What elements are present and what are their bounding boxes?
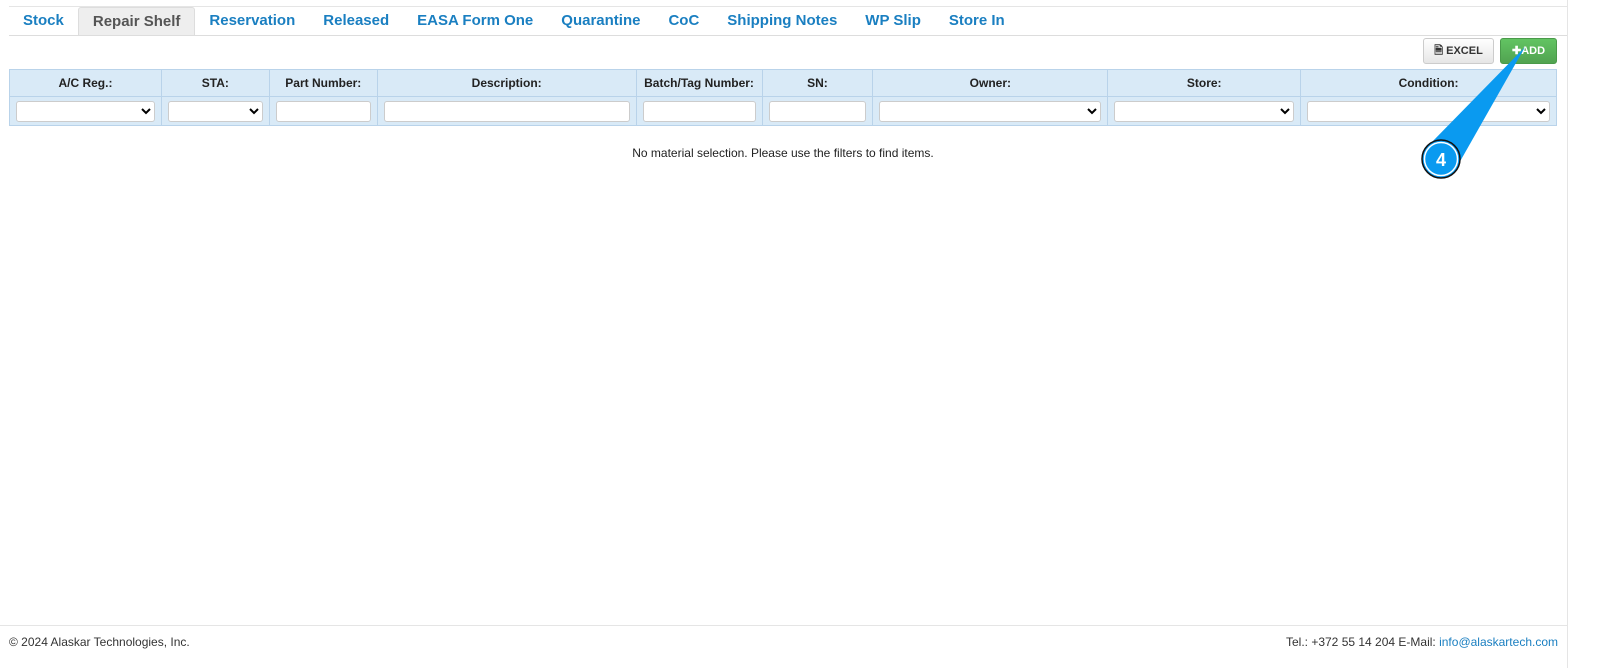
- file-excel-icon: 🗎: [1434, 45, 1444, 57]
- tab-wp-slip[interactable]: WP Slip: [851, 7, 935, 35]
- tab-reservation[interactable]: Reservation: [195, 7, 309, 35]
- contact-info: Tel.: +372 55 14 204 E-Mail: info@alaska…: [1286, 635, 1558, 649]
- tab-shipping-notes[interactable]: Shipping Notes: [713, 7, 851, 35]
- condition-select[interactable]: [1307, 100, 1550, 122]
- contact-text: Tel.: +372 55 14 204 E-Mail:: [1285, 635, 1436, 649]
- email-link[interactable]: info@alaskartech.com: [1439, 635, 1558, 649]
- col-part-number: Part Number:: [268, 69, 378, 97]
- footer: © 2024 Alaskar Technologies, Inc. Tel.: …: [0, 625, 1567, 668]
- empty-message: No material selection. Please use the fi…: [632, 146, 934, 160]
- excel-label: EXCEL: [1446, 45, 1483, 57]
- tab-store-in[interactable]: Store In: [935, 7, 1019, 35]
- part-number-input[interactable]: [275, 100, 371, 122]
- col-ac-reg: A/C Reg.:: [9, 69, 162, 97]
- store-select[interactable]: [1114, 100, 1295, 122]
- tab-easa-form-one[interactable]: EASA Form One: [403, 7, 547, 35]
- ac-reg-select[interactable]: [16, 100, 155, 122]
- tab-stock[interactable]: Stock: [9, 7, 78, 35]
- col-description: Description:: [376, 69, 637, 97]
- plus-icon: ✚: [1511, 45, 1522, 57]
- description-input[interactable]: [383, 100, 630, 122]
- tab-repair-shelf[interactable]: Repair Shelf: [77, 7, 196, 35]
- header-row: A/C Reg.: STA: Part Number: Description:…: [9, 69, 1557, 97]
- col-store: Store:: [1107, 69, 1302, 97]
- col-sta: STA:: [160, 69, 270, 97]
- col-sn: SN:: [761, 69, 874, 97]
- filter-row: [9, 96, 1557, 126]
- add-label: ADD: [1521, 45, 1546, 57]
- copyright: © 2024 Alaskar Technologies, Inc.: [9, 635, 190, 649]
- batch-tag-input[interactable]: [642, 100, 756, 122]
- excel-button[interactable]: 🗎 EXCEL: [1423, 38, 1494, 64]
- add-button[interactable]: ✚ADD: [1500, 38, 1557, 64]
- col-owner: Owner:: [872, 69, 1109, 97]
- sta-select[interactable]: [167, 100, 263, 122]
- col-batch-tag: Batch/Tag Number:: [635, 69, 763, 97]
- tab-released[interactable]: Released: [309, 7, 403, 35]
- owner-select[interactable]: [879, 100, 1102, 122]
- tab-coc[interactable]: CoC: [654, 7, 713, 35]
- filter-table: A/C Reg.: STA: Part Number: Description:…: [9, 69, 1557, 126]
- col-condition: Condition:: [1300, 69, 1557, 97]
- sn-input[interactable]: [768, 100, 867, 122]
- tab-quarantine[interactable]: Quarantine: [547, 7, 654, 35]
- right-divider: [1567, 0, 1568, 668]
- tab-bar: Stock Repair Shelf Reservation Released …: [9, 7, 1567, 36]
